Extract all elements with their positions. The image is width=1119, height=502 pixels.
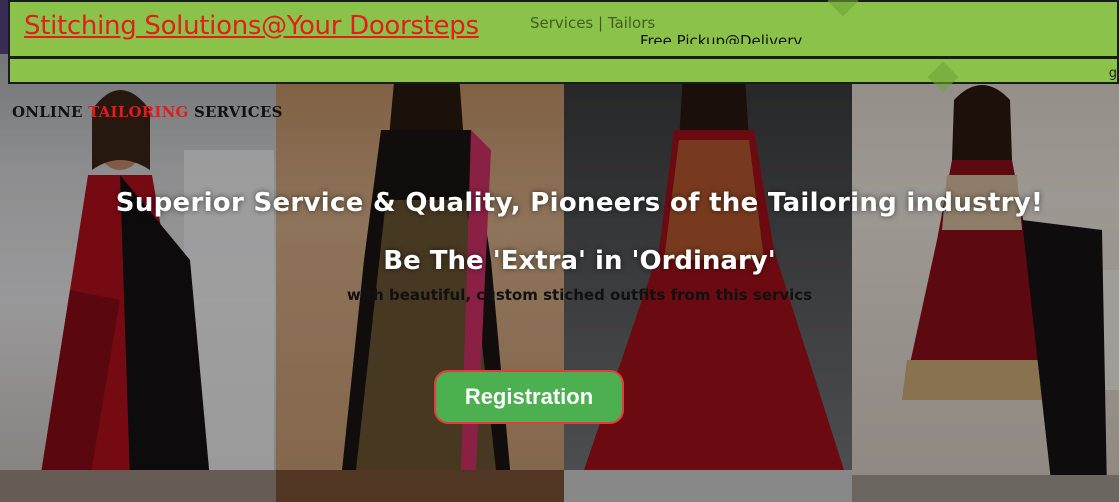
online-label-highlight: TAILORING	[88, 103, 189, 121]
topbar-divider	[10, 56, 1119, 59]
hero-description: with beautiful, custom stiched outfits f…	[346, 286, 813, 304]
nav-free-pickup-text: Free Pickup@Delivery	[640, 32, 803, 44]
online-label-suffix: SERVICES	[188, 103, 283, 121]
brand-logo-link[interactable]: Stitching Solutions@Your Doorsteps	[24, 11, 479, 41]
nav-services-link[interactable]: Services | Tailors	[530, 14, 655, 32]
online-tailoring-label: ONLINE TAILORING SERVICES	[12, 103, 283, 121]
diamond-ornament-icon	[827, 0, 859, 17]
online-label-prefix: ONLINE	[12, 103, 89, 121]
clipped-nav-text: g	[1108, 66, 1117, 81]
window-edge-strip	[0, 0, 8, 54]
hero-headline: Superior Service & Quality, Pioneers of …	[115, 188, 1044, 218]
registration-button[interactable]: Registration	[434, 370, 624, 424]
top-navigation-bar: Stitching Solutions@Your Doorsteps Servi…	[8, 0, 1119, 93]
hero-subheadline: Be The 'Extra' in 'Ordinary'	[383, 246, 776, 276]
